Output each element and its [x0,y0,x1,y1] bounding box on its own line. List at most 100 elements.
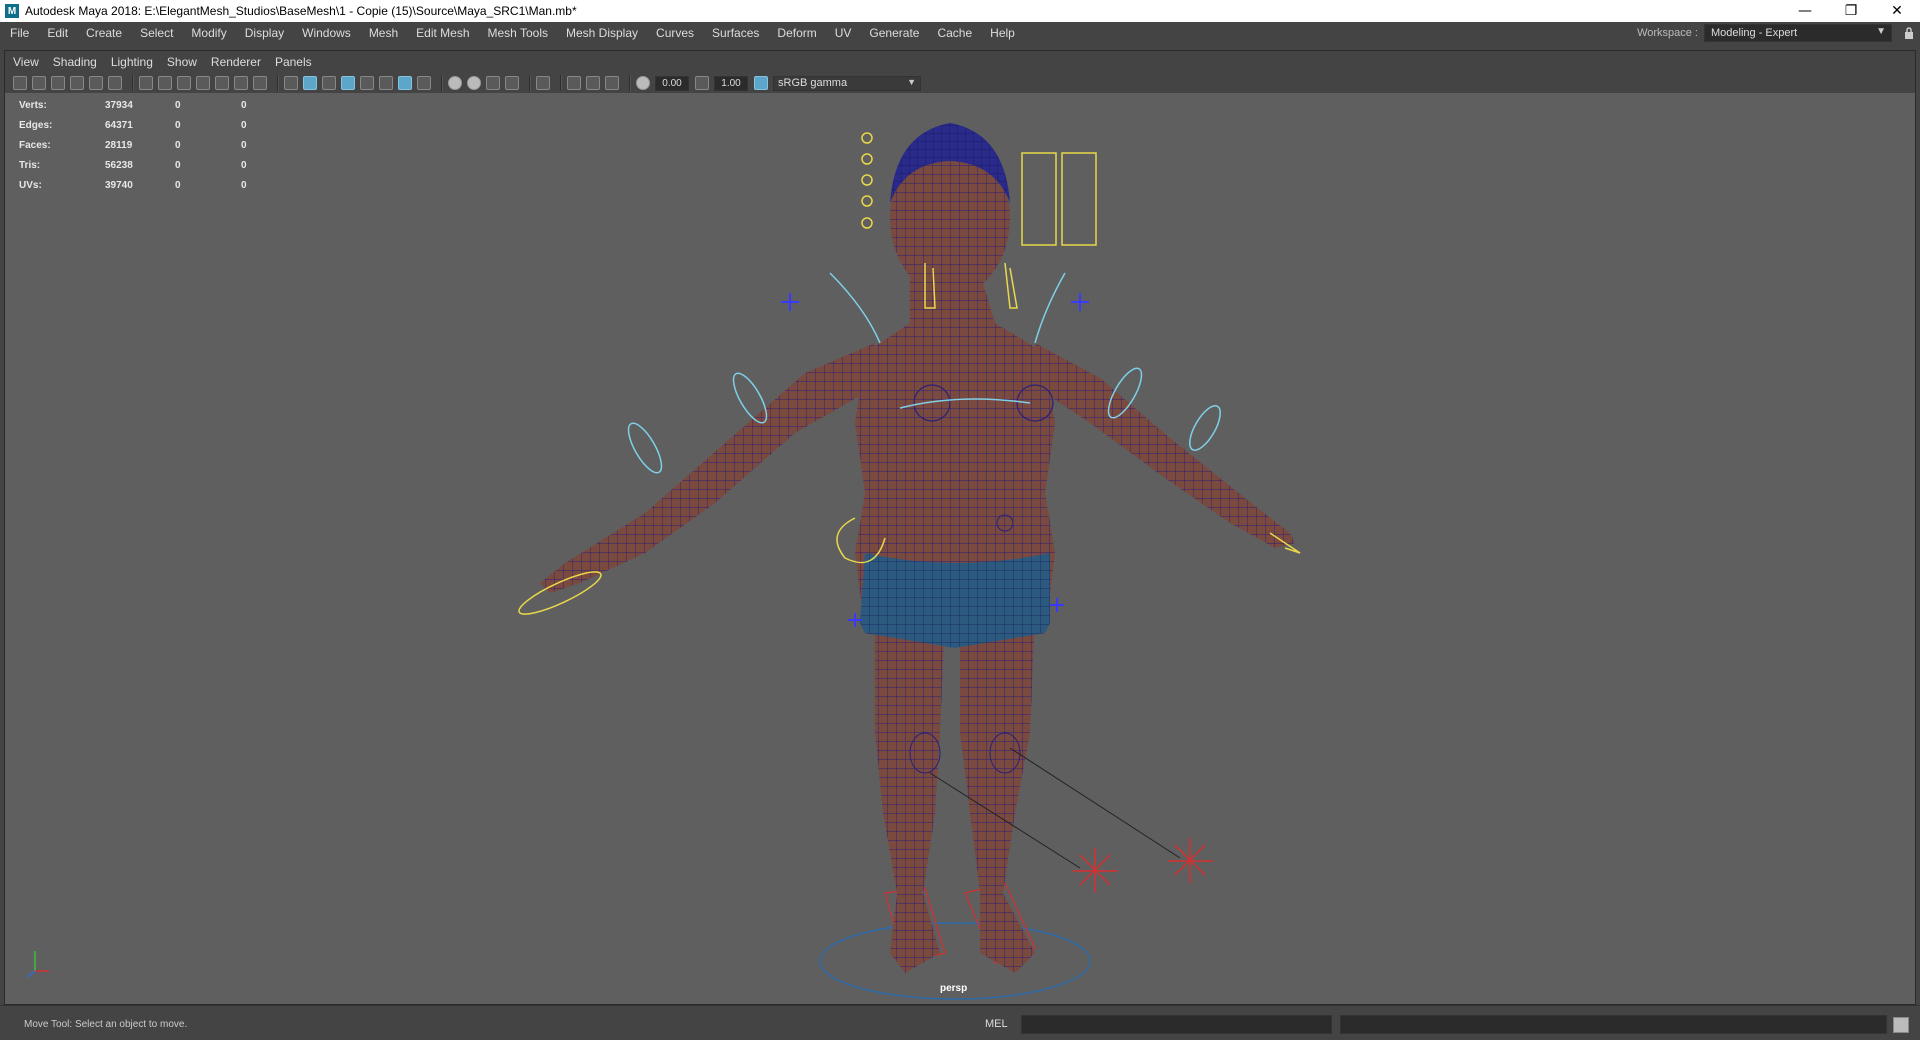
menu-surfaces[interactable]: Surfaces [702,26,767,40]
menu-create[interactable]: Create [76,26,130,40]
menu-cache[interactable]: Cache [927,26,980,40]
hud-label: UVs: [19,179,42,191]
maximize-button[interactable]: ❐ [1828,0,1874,22]
2d-pan-zoom-icon[interactable] [108,76,122,90]
toolbar-separator [277,75,279,91]
workspace-dropdown[interactable]: Modeling - Expert ▼ [1704,24,1892,42]
mel-command-input[interactable] [1021,1015,1332,1034]
exposure-icon[interactable] [636,76,650,90]
command-line-bar: Move Tool: Select an object to move. MEL [0,1005,1920,1040]
menu-uv[interactable]: UV [825,26,860,40]
hud-value: 64371 [105,119,133,131]
workspace-area: Workspace : Modeling - Expert ▼ [1637,22,1920,44]
wireframe-on-shaded-icon[interactable] [341,76,355,90]
panel-menu-shading[interactable]: Shading [45,55,103,69]
axis-gizmo [26,951,49,978]
bounding-box-icon[interactable] [605,76,619,90]
hud-row-tris: Tris: 56238 0 0 [19,155,281,175]
pole-vector-targets [1073,838,1213,893]
snap-icon[interactable] [567,76,581,90]
lights-icon[interactable] [379,76,393,90]
safe-title-icon[interactable] [253,76,267,90]
hud-label: Verts: [19,99,47,111]
menu-deform[interactable]: Deform [767,26,824,40]
grease-pencil-icon[interactable] [89,76,103,90]
close-button[interactable]: ✕ [1874,0,1920,22]
panel-menu-panels[interactable]: Panels [267,55,318,69]
menu-display[interactable]: Display [235,26,292,40]
hud-row-uvs: UVs: 39740 0 0 [19,175,281,195]
menu-file[interactable]: File [0,26,37,40]
toolbar-separator [629,75,631,91]
ghost-icon[interactable] [586,76,600,90]
motion-blur-icon[interactable] [486,76,500,90]
hud-value: 0 [175,99,181,111]
camera-attributes-icon[interactable] [32,76,46,90]
panel-menu-bar: View Shading Lighting Show Renderer Pane… [5,51,1915,73]
help-line-message: Move Tool: Select an object to move. [24,1019,188,1030]
exposure-field[interactable]: 0.00 [655,75,689,91]
3d-viewport[interactable]: Verts: 37934 0 0 Edges: 64371 0 0 Faces:… [5,93,1915,1004]
gamma-icon[interactable] [695,76,709,90]
title-bar: M Autodesk Maya 2018: E:\ElegantMesh_Stu… [0,0,1920,22]
scene-canvas [26,123,1301,1000]
hud-value: 0 [175,119,181,131]
panel-menu-view[interactable]: View [5,55,45,69]
menu-generate[interactable]: Generate [859,26,927,40]
hud-value: 0 [241,179,247,191]
shadows-icon[interactable] [448,76,462,90]
view-transform-dropdown[interactable]: sRGB gamma ▼ [773,75,921,91]
window-controls: — ❐ ✕ [1782,0,1920,22]
menu-edit-mesh[interactable]: Edit Mesh [406,26,477,40]
menu-windows[interactable]: Windows [292,26,359,40]
gate-mask-icon[interactable] [196,76,210,90]
hud-value: 28119 [105,139,133,151]
hud-row-edges: Edges: 64371 0 0 [19,115,281,135]
menu-select[interactable]: Select [130,26,181,40]
hud-value: 56238 [105,159,133,171]
use-default-material-icon[interactable] [322,76,336,90]
menu-mesh-display[interactable]: Mesh Display [556,26,646,40]
resolution-gate-icon[interactable] [177,76,191,90]
field-chart-icon[interactable] [215,76,229,90]
wireframe-icon[interactable] [284,76,298,90]
poly-count-hud: Verts: 37934 0 0 Edges: 64371 0 0 Faces:… [19,95,281,195]
minimize-button[interactable]: — [1782,0,1828,22]
isolate-select-icon[interactable] [417,76,431,90]
menu-edit[interactable]: Edit [37,26,76,40]
textured-icon[interactable] [360,76,374,90]
depth-of-field-icon[interactable] [536,76,550,90]
xray-icon[interactable] [398,76,412,90]
anti-aliasing-icon[interactable] [505,76,519,90]
hud-value: 0 [175,139,181,151]
color-management-icon[interactable] [754,76,768,90]
hud-value: 39740 [105,179,133,191]
menu-help[interactable]: Help [980,26,1023,40]
hud-row-faces: Faces: 28119 0 0 [19,135,281,155]
menu-modify[interactable]: Modify [181,26,234,40]
panel-toolbar: 0.00 1.00 sRGB gamma ▼ [5,73,1915,93]
smooth-shade-icon[interactable] [303,76,317,90]
toolbar-separator [529,75,531,91]
image-plane-icon[interactable] [70,76,84,90]
panel-menu-lighting[interactable]: Lighting [103,55,159,69]
lock-icon[interactable] [1898,24,1920,42]
bookmark-icon[interactable] [51,76,65,90]
hud-label: Faces: [19,139,51,151]
hud-value: 0 [175,159,181,171]
menu-curves[interactable]: Curves [646,26,702,40]
select-camera-icon[interactable] [13,76,27,90]
grid-icon[interactable] [139,76,153,90]
camera-name-label: persp [940,983,968,994]
menu-mesh-tools[interactable]: Mesh Tools [478,26,556,40]
mel-toggle[interactable]: MEL [985,1018,1008,1030]
menu-mesh[interactable]: Mesh [359,26,406,40]
script-editor-icon[interactable] [1893,1017,1909,1033]
film-gate-icon[interactable] [158,76,172,90]
hud-value: 37934 [105,99,133,111]
gamma-field[interactable]: 1.00 [714,75,748,91]
safe-action-icon[interactable] [234,76,248,90]
ambient-occlusion-icon[interactable] [467,76,481,90]
panel-menu-renderer[interactable]: Renderer [203,55,267,69]
panel-menu-show[interactable]: Show [159,55,203,69]
